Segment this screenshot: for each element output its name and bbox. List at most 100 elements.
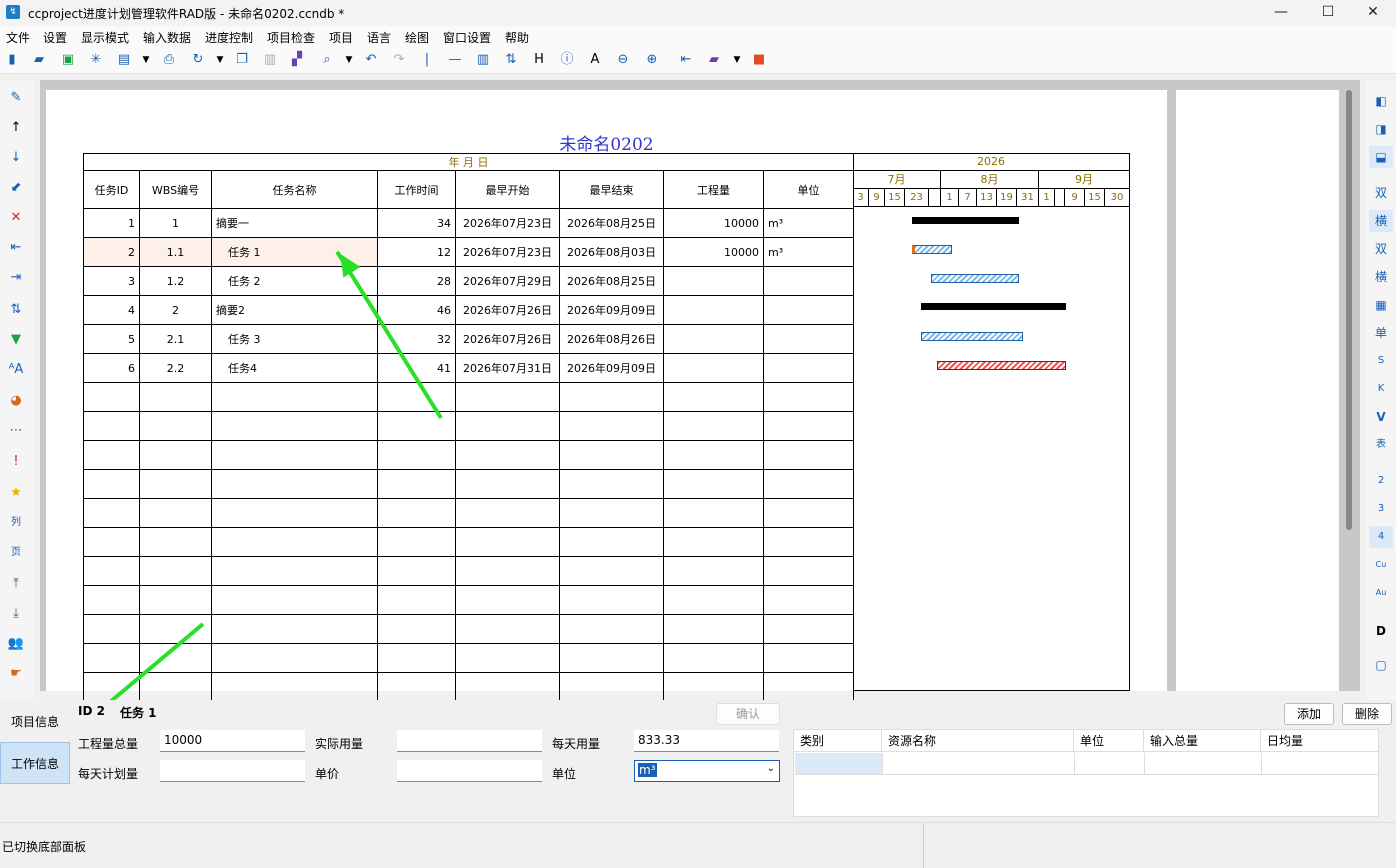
menu-display-mode[interactable]: 显示模式 xyxy=(81,29,129,46)
close-button[interactable]: ✕ xyxy=(1350,0,1396,26)
d-icon[interactable]: D xyxy=(1369,620,1393,642)
info-icon[interactable]: ⓘ xyxy=(558,51,576,69)
table-row-selected[interactable]: 2 1.1 任务 1 12 2026年07月23日 2026年08月03日 10… xyxy=(83,237,854,267)
star-icon[interactable]: ★ xyxy=(6,483,26,503)
folder-icon[interactable]: ▰ xyxy=(705,51,723,69)
indent-icon[interactable]: ⇥ xyxy=(6,268,26,288)
page-setup-icon[interactable]: ▢ xyxy=(1369,654,1393,676)
task-name[interactable]: 摘要一 xyxy=(211,208,378,238)
menu-input-data[interactable]: 输入数据 xyxy=(143,29,191,46)
double-icon[interactable]: 双 xyxy=(1369,182,1393,204)
menu-draw[interactable]: 绘图 xyxy=(405,29,429,46)
outdent-icon[interactable]: ⇤ xyxy=(6,238,26,258)
add-button[interactable]: 添加 xyxy=(1284,703,1334,725)
users-icon[interactable]: 👥 xyxy=(6,634,26,654)
dots-icon[interactable]: ⋯ xyxy=(6,421,26,441)
paste-icon[interactable]: ▥ xyxy=(261,51,279,69)
print-icon[interactable]: ⎙ xyxy=(160,51,178,69)
gantt-task-bar[interactable] xyxy=(912,245,952,254)
column-header-name[interactable]: 任务名称 xyxy=(211,170,378,209)
open-folder-icon[interactable]: ▰ xyxy=(30,51,48,69)
table-icon[interactable]: 表 xyxy=(1369,434,1393,456)
menu-language[interactable]: 语言 xyxy=(367,29,391,46)
resource-col-category[interactable]: 类别 xyxy=(794,730,882,752)
columns-icon[interactable]: ▥ xyxy=(474,51,492,69)
export-image-icon[interactable]: ▤ xyxy=(115,51,133,69)
chevron-down-icon[interactable]: ▼ xyxy=(137,51,155,69)
gantt-task-bar[interactable] xyxy=(921,332,1023,341)
swap-icon[interactable]: ⇅ xyxy=(6,300,26,320)
text-style-icon[interactable]: A xyxy=(586,51,604,69)
font-size-icon[interactable]: ᴬA xyxy=(6,360,26,380)
daily-qty-field[interactable]: 833.33 xyxy=(634,730,779,752)
table-row[interactable]: 6 2.2 任务4 41 2026年07月31日 2026年09月09日 xyxy=(83,353,854,383)
column-header-finish[interactable]: 最早结束 xyxy=(559,170,664,209)
search-icon[interactable]: ⌕ xyxy=(318,51,336,69)
new-icon[interactable]: ▮ xyxy=(3,51,21,69)
chevron-down-icon[interactable]: ▼ xyxy=(211,51,229,69)
format-brush-icon[interactable]: ▞ xyxy=(288,51,306,69)
insert-icon[interactable]: ⬋ xyxy=(6,178,26,198)
gantt-task-bar[interactable] xyxy=(931,274,1019,283)
single-icon[interactable]: 单 xyxy=(1369,322,1393,344)
delete-icon[interactable]: ✕ xyxy=(6,208,26,228)
table-row[interactable]: 5 2.1 任务 3 32 2026年07月26日 2026年08月26日 xyxy=(83,324,854,354)
task-name[interactable]: 任务 3 xyxy=(211,324,378,354)
resource-cell-selected[interactable] xyxy=(795,753,882,774)
move-bottom-icon[interactable]: ⤓ xyxy=(6,604,26,624)
palette-icon[interactable]: ◕ xyxy=(6,391,26,411)
zoom-out-icon[interactable]: ⊖ xyxy=(614,51,632,69)
horizontal-add-icon[interactable]: 横 xyxy=(1369,266,1393,288)
cu-icon[interactable]: Cu xyxy=(1369,554,1393,576)
briefcase-icon[interactable]: ■ xyxy=(750,51,768,69)
resource-col-total[interactable]: 输入总量 xyxy=(1144,730,1261,752)
actual-qty-field[interactable] xyxy=(397,730,542,752)
exclamation-icon[interactable]: ! xyxy=(6,452,26,472)
daily-plan-field[interactable] xyxy=(160,760,305,782)
sort-icon[interactable]: ⇅ xyxy=(502,51,520,69)
gantt-summary-bar[interactable] xyxy=(912,217,1019,224)
resource-col-unit[interactable]: 单位 xyxy=(1074,730,1144,752)
menu-settings[interactable]: 设置 xyxy=(43,29,67,46)
gantt-summary-bar[interactable] xyxy=(921,303,1066,310)
panel-bottom-icon[interactable]: ⬓ xyxy=(1369,146,1393,168)
double-add-icon[interactable]: 双 xyxy=(1369,238,1393,260)
confirm-button[interactable]: 确认 xyxy=(716,703,780,725)
menu-window-settings[interactable]: 窗口设置 xyxy=(443,29,491,46)
column-header-unit[interactable]: 单位 xyxy=(763,170,854,209)
menu-project[interactable]: 项目 xyxy=(329,29,353,46)
snowflake-icon[interactable]: ✳ xyxy=(87,51,105,69)
column-header-wbs[interactable]: WBS编号 xyxy=(139,170,212,209)
total-qty-field[interactable]: 10000 xyxy=(160,730,305,752)
page-icon[interactable]: 页 xyxy=(6,543,26,563)
hand-icon[interactable]: ☛ xyxy=(6,664,26,684)
chevron-down-icon[interactable]: ▼ xyxy=(728,51,746,69)
column-header-id[interactable]: 任务ID xyxy=(83,170,140,209)
menu-file[interactable]: 文件 xyxy=(6,29,30,46)
four-icon[interactable]: 4 xyxy=(1369,526,1393,548)
panel-left-icon[interactable]: ◧ xyxy=(1369,90,1393,112)
menu-progress-control[interactable]: 进度控制 xyxy=(205,29,253,46)
undo-icon[interactable]: ↶ xyxy=(362,51,380,69)
task-name[interactable]: 摘要2 xyxy=(211,295,378,325)
unit-select[interactable]: m³ ⌄ xyxy=(634,760,780,782)
redo-icon[interactable]: ↷ xyxy=(390,51,408,69)
resource-col-name[interactable]: 资源名称 xyxy=(882,730,1074,752)
collapse-icon[interactable]: ⇤ xyxy=(677,51,695,69)
pencil-icon[interactable]: ✎ xyxy=(6,88,26,108)
trophy-icon[interactable]: ▼ xyxy=(6,330,26,350)
horizontal-line-icon[interactable]: — xyxy=(446,51,464,69)
table-row[interactable]: 4 2 摘要2 46 2026年07月26日 2026年09月09日 xyxy=(83,295,854,325)
zoom-in-icon[interactable]: ⊕ xyxy=(643,51,661,69)
arrow-down-icon[interactable]: ↓ xyxy=(6,148,26,168)
gantt-critical-bar[interactable] xyxy=(937,361,1066,370)
maximize-button[interactable]: ☐ xyxy=(1305,0,1351,26)
column-header-start[interactable]: 最早开始 xyxy=(455,170,560,209)
table-row[interactable]: 3 1.2 任务 2 28 2026年07月29日 2026年08月25日 xyxy=(83,266,854,296)
v-icon[interactable]: V xyxy=(1369,406,1393,428)
menu-project-check[interactable]: 项目检查 xyxy=(267,29,315,46)
resource-col-daily[interactable]: 日均量 xyxy=(1261,730,1379,752)
task-name[interactable]: 任务4 xyxy=(211,353,378,383)
column-header-quantity[interactable]: 工程量 xyxy=(663,170,764,209)
move-top-icon[interactable]: ⤒ xyxy=(6,574,26,594)
